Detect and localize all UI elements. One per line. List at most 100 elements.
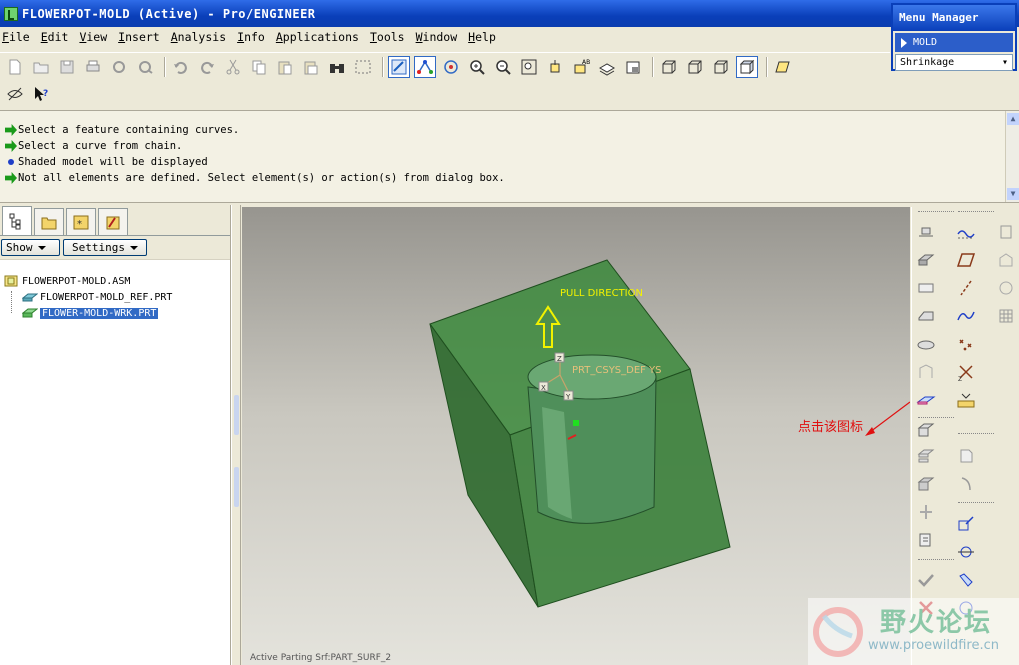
menu-insert[interactable]: Insert [118,30,160,44]
menu-view[interactable]: View [79,30,107,44]
analysis-ruler-icon[interactable] [955,389,977,411]
datum-edge-icon[interactable] [995,221,1017,243]
menu-manager-dropdown[interactable]: Shrinkage ▾ [895,54,1013,71]
menu-window[interactable]: Window [416,30,458,44]
datum-axis-icon[interactable] [955,277,977,299]
toolbar-divider [918,211,954,212]
collapse-left-icon[interactable] [234,395,239,435]
settings-button[interactable]: Settings [63,239,147,256]
paste-special-icon[interactable] [300,56,322,78]
menu-applications[interactable]: Applications [276,30,359,44]
grid-icon[interactable] [995,305,1017,327]
copy-icon[interactable] [248,56,270,78]
zoom-in-icon[interactable] [466,56,488,78]
context-help-icon[interactable]: ? [30,83,52,105]
proe-app-icon [4,6,18,21]
mold-volume-icon[interactable] [915,305,937,327]
toolbar-separator [382,56,384,77]
csys-mold-icon[interactable] [955,513,977,535]
tab-favorites[interactable]: * [66,208,96,235]
paste-icon[interactable] [274,56,296,78]
menu-analysis[interactable]: Analysis [171,30,226,44]
gear-flow-icon[interactable] [955,541,977,563]
main-toolbar: AB [0,52,890,80]
select-box-icon[interactable] [352,56,374,78]
silhouette-curve-icon[interactable] [915,361,937,383]
print-icon[interactable] [82,56,104,78]
shrinkage-icon[interactable] [915,277,937,299]
runner-icon[interactable] [915,501,937,523]
toolbar-separator [164,56,166,77]
expand-right-icon[interactable] [234,467,239,507]
menu-info[interactable]: Info [237,30,265,44]
new-file-icon[interactable] [4,56,26,78]
show-button[interactable]: Show [1,239,60,256]
parting-surface-icon[interactable] [915,333,937,355]
saved-views-icon[interactable]: AB [570,56,592,78]
zoom-out-icon[interactable] [492,56,514,78]
shading-icon[interactable] [736,55,758,78]
tree-item-workpiece-part[interactable]: FLOWER-MOLD-WRK.PRT [4,305,230,321]
svg-text:AB: AB [582,59,590,66]
graphics-window[interactable]: PULL DIRECTION PRT_CSYS_DEF YS Z X Y Act… [242,207,910,665]
datum-point-icon[interactable] [955,333,977,355]
skirt-surface-icon[interactable] [915,389,937,411]
datum-plane-icon[interactable] [955,249,977,271]
menu-manager-mold-item[interactable]: MOLD [895,33,1013,52]
wireframe-icon[interactable] [658,56,680,78]
proe-window: FLOWERPOT-MOLD (Active) - Pro/ENGINEER F… [0,0,1019,665]
menu-bar: File Edit View Insert Analysis Info Appl… [0,27,890,47]
hidden-line-icon[interactable] [684,56,706,78]
draft-check-icon[interactable] [955,569,977,591]
panel-sash[interactable] [231,205,241,665]
message-scrollbar[interactable]: ▲ ▼ [1005,111,1019,202]
coordinate-system-icon[interactable]: Z [955,361,977,383]
cast-icon[interactable] [915,473,937,495]
hide-eye-icon[interactable] [4,83,26,105]
volume-split-icon[interactable] [915,419,937,441]
check-ok-icon[interactable] [915,569,937,591]
send-link-icon[interactable] [134,56,156,78]
tab-connections[interactable] [98,208,128,235]
open-folder-icon[interactable] [30,56,52,78]
cut-icon[interactable] [222,56,244,78]
tree-item-assembly[interactable]: FLOWERPOT-MOLD.ASM [4,273,230,289]
orient-mode-icon[interactable] [440,56,462,78]
refit-icon[interactable] [518,56,540,78]
datum-shape-icon[interactable] [995,249,1017,271]
datum-curve-icon[interactable] [955,221,977,243]
menu-file[interactable]: File [2,30,30,44]
navigator-tabs: * [0,205,230,236]
layers-icon[interactable] [596,56,618,78]
save-icon[interactable] [56,56,78,78]
ejector-pin-icon[interactable] [915,529,937,551]
chevron-down-icon [129,245,138,250]
datum-shape2-icon[interactable] [995,277,1017,299]
find-binoculars-icon[interactable] [326,56,348,78]
explode-icon[interactable] [955,473,977,495]
send-mail-icon[interactable] [108,56,130,78]
workpiece-icon[interactable] [915,249,937,271]
repaint-icon[interactable] [388,55,410,78]
menu-tools[interactable]: Tools [370,30,405,44]
toolbar-separator [652,56,654,77]
sketched-curve-icon[interactable] [955,305,977,327]
datum-plane-display-icon[interactable] [772,56,794,78]
mold-opening-icon[interactable] [915,445,937,467]
extract-icon[interactable] [955,445,977,467]
tree-item-ref-part[interactable]: FLOWERPOT-MOLD_REF.PRT [4,289,230,305]
spin-center-icon[interactable] [414,55,436,78]
mold-component-icon[interactable] [915,221,937,243]
tab-folder-browser[interactable] [34,208,64,235]
redo-icon[interactable] [196,56,218,78]
undo-icon[interactable] [170,56,192,78]
tab-model-tree[interactable] [2,206,32,235]
no-hidden-icon[interactable] [710,56,732,78]
view-manager-icon[interactable] [622,56,644,78]
scroll-down-icon[interactable]: ▼ [1007,188,1019,200]
menu-help[interactable]: Help [468,30,496,44]
menu-edit[interactable]: Edit [41,30,69,44]
reorient-icon[interactable] [544,56,566,78]
scroll-up-icon[interactable]: ▲ [1007,113,1019,125]
csys-label: PRT_CSYS_DEF [572,365,646,376]
